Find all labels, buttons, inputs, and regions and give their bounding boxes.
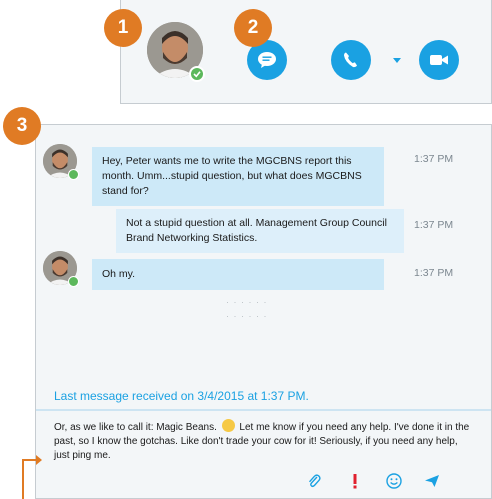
- callout-pointer-arrow-icon: [36, 455, 42, 465]
- callout-1: 1: [104, 9, 142, 47]
- attach-file-button[interactable]: [304, 471, 324, 491]
- message-timestamp: 1:37 PM: [414, 219, 454, 231]
- message-bubble: Not a stupid question at all. Management…: [116, 209, 404, 253]
- callout-pointer-line: [22, 459, 24, 499]
- message-timestamp: 1:37 PM: [414, 267, 454, 279]
- callout-3: 3: [3, 107, 41, 145]
- emoticon-icon: [221, 419, 235, 432]
- chat-icon: [258, 52, 276, 68]
- smiley-icon: [386, 473, 402, 489]
- conversation-panel: Hey, Peter wants me to write the MGCBNS …: [35, 124, 492, 499]
- contact-toolbar: [120, 0, 492, 104]
- send-button[interactable]: [422, 471, 442, 491]
- video-icon: [430, 55, 448, 65]
- compose-text-start: Or, as we like to call it: Magic Beans.: [54, 422, 217, 433]
- mark-urgent-button[interactable]: [345, 471, 365, 491]
- message-bubble: Hey, Peter wants me to write the MGCBNS …: [92, 147, 384, 206]
- message-timestamp: 1:37 PM: [414, 153, 454, 165]
- exclamation-icon: [353, 474, 357, 489]
- paperclip-icon: [308, 474, 321, 488]
- typing-indicator: · · · · · ·: [226, 297, 268, 307]
- compose-divider: [36, 409, 491, 411]
- message-bubble: Oh my.: [92, 259, 384, 290]
- presence-available-icon: [68, 276, 79, 287]
- call-options-chevron-down-icon[interactable]: [393, 58, 401, 63]
- callout-2: 2: [234, 9, 272, 47]
- message-compose-field[interactable]: Or, as we like to call it: Magic Beans. …: [54, 419, 474, 463]
- presence-available-icon: [68, 169, 79, 180]
- video-call-button[interactable]: [419, 40, 459, 80]
- phone-icon: [344, 52, 357, 68]
- presence-available-icon: [189, 66, 205, 82]
- emoticons-button[interactable]: [384, 471, 404, 491]
- send-icon: [425, 475, 439, 487]
- call-button[interactable]: [331, 40, 371, 80]
- last-message-status: Last message received on 3/4/2015 at 1:3…: [54, 389, 309, 403]
- typing-indicator: · · · · · ·: [226, 311, 268, 321]
